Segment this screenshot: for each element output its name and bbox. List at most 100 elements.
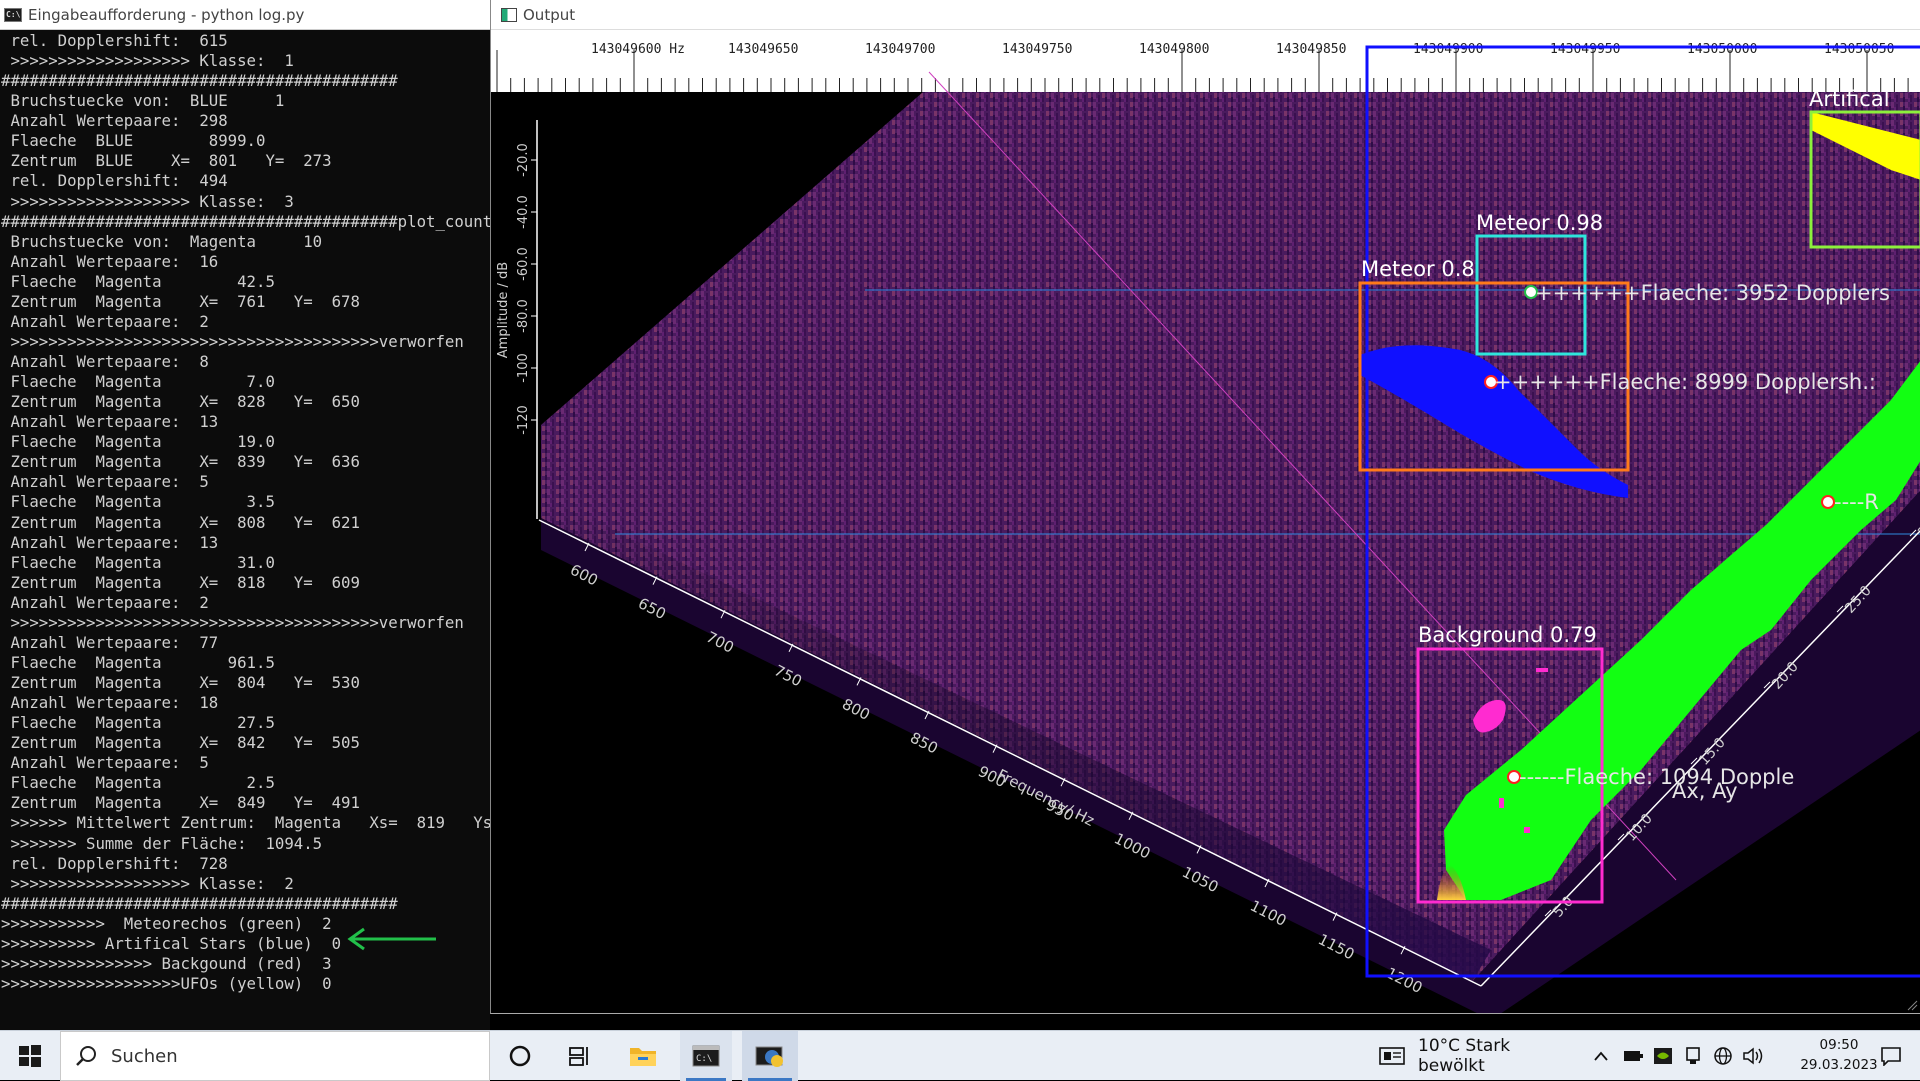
start-button[interactable] (0, 1031, 60, 1081)
battery-icon (1624, 1051, 1643, 1061)
volume-tray[interactable] (1740, 1031, 1766, 1081)
console-line: Flaeche BLUE 8999.0 (1, 131, 266, 151)
amplitude-axis-label: Amplitude / dB (496, 262, 511, 358)
ruler-label: 143049600 Hz (591, 42, 685, 57)
background-fragment (1536, 668, 1548, 672)
detection-label-meteor-08: Meteor 0.8 (1361, 257, 1475, 281)
console-line: Anzahl Wertepaare: 2 (1, 311, 209, 331)
console-line: Zentrum Magenta X= 818 Y= 609 (1, 572, 360, 592)
amplitude-tick-label: -120 (516, 405, 531, 435)
console-line: Bruchstuecke von: BLUE 1 (1, 91, 285, 111)
console-line: Flaeche Magenta 2.5 (1, 773, 275, 793)
console-line: Zentrum Magenta X= 849 Y= 491 (1, 793, 360, 813)
ruler-label: 143050050 (1824, 42, 1894, 57)
window-icon (501, 7, 517, 22)
console-line: rel. Dopplershift: 728 (1, 853, 228, 873)
search-placeholder: Suchen (111, 1045, 178, 1067)
console-line: >>>>>>>>>>>>>>>>>>> Klasse: 2 (1, 873, 294, 893)
console-line: Zentrum BLUE X= 801 Y= 273 (1, 151, 332, 171)
console-line: >>>>>>>>>>>>>>>>>>>>>>>>>>>>>>>>>>>>>>>v… (1, 331, 464, 351)
annotation-magenta: ------Flaeche: 1094 Dopple (1519, 765, 1794, 789)
amplitude-tick-label: -60.0 (516, 247, 531, 281)
detection-label-artifical: Artifical (1809, 87, 1890, 111)
annotation-green: ----R (1834, 490, 1879, 514)
windows-start-icon (19, 1045, 41, 1067)
console-line: Zentrum Magenta X= 808 Y= 621 (1, 512, 360, 532)
network-tray[interactable] (1710, 1031, 1736, 1081)
background-fragment (1499, 798, 1504, 808)
weather-text: 10°C Stark bewölkt (1418, 1036, 1511, 1076)
console-line: Bruchstuecke von: Magenta 10 (1, 231, 323, 251)
console-line: Anzahl Wertepaare: 5 (1, 472, 209, 492)
console-line: Flaeche Magenta 3.5 (1, 492, 275, 512)
cmd-icon: C:\ (4, 7, 22, 22)
ruler-label: 143049850 (1276, 42, 1346, 57)
tray-expand[interactable] (1590, 1031, 1612, 1081)
task-view-button[interactable] (555, 1031, 605, 1081)
console-window[interactable]: C:\ Eingabeaufforderung - python log.py … (0, 0, 490, 1030)
amplitude-axis-ticks: -20.0 -40.0 -60.0 -80.0 -100 -120 (516, 143, 537, 435)
weather-icon-wrap[interactable] (1378, 1031, 1406, 1081)
usb-icon (1686, 1047, 1700, 1064)
console-line: >>>>>>>>>>>>>>>>>>>>>>>>>>>>>>>>>>>>>>>v… (1, 612, 464, 632)
taskbar-terminal[interactable]: C:\ (680, 1031, 732, 1081)
background-fragment (1524, 827, 1530, 833)
annotation-blue: ++++++Flaeche: 8999 Dopplersh.: (1494, 370, 1876, 394)
output-title: Output (523, 5, 576, 24)
annotation-red: ++++++Flaeche: 3952 Dopplers (1535, 281, 1890, 305)
spectrogram-view: 143049600 Hz 143049650 143049700 143049750 1… (491, 30, 1920, 1013)
volume-icon (1743, 1047, 1763, 1065)
taskbar-search[interactable]: Suchen (60, 1031, 490, 1081)
console-line: Anzahl Wertepaare: 5 (1, 753, 209, 773)
resize-grip-icon[interactable] (1906, 999, 1918, 1011)
amplitude-tick-label: -100 (516, 353, 531, 383)
weather-icon (1379, 1047, 1405, 1065)
console-line: Zentrum Magenta X= 839 Y= 636 (1, 452, 360, 472)
usb-tray[interactable] (1680, 1031, 1706, 1081)
detection-label-background: Background 0.79 (1418, 623, 1597, 647)
console-line: Flaeche Magenta 42.5 (1, 271, 275, 291)
cortana-button[interactable] (495, 1031, 545, 1081)
taskbar-python[interactable] (742, 1031, 798, 1081)
nvidia-icon (1654, 1048, 1672, 1064)
console-line: rel. Dopplershift: 615 (1, 31, 228, 50)
green-arrow-icon (347, 927, 436, 951)
console-line: Flaeche Magenta 27.5 (1, 713, 275, 733)
console-line: Flaeche Magenta 19.0 (1, 432, 275, 452)
task-view-icon (569, 1047, 588, 1066)
nvidia-tray[interactable] (1650, 1031, 1676, 1081)
console-line: Flaeche Magenta 7.0 (1, 372, 275, 392)
svg-text:C:\: C:\ (696, 1054, 712, 1064)
cortana-icon (509, 1045, 531, 1067)
console-line: ########################################… (1, 893, 398, 913)
network-icon (1714, 1047, 1732, 1065)
chevron-up-icon (1594, 1051, 1608, 1061)
console-line: Anzahl Wertepaare: 13 (1, 412, 219, 432)
search-icon (76, 1046, 96, 1066)
console-line: Zentrum Magenta X= 804 Y= 530 (1, 673, 360, 692)
notification-button[interactable] (1866, 1031, 1916, 1081)
console-line: Anzahl Wertepaare: 18 (1, 693, 219, 713)
console-line: >>>>>>> Summe der Fläche: 1094.5 (1, 833, 323, 853)
console-line: Anzahl Wertepaare: 16 (1, 251, 219, 271)
console-line: Flaeche Magenta 31.0 (1, 552, 275, 572)
ruler-label: 143049800 (1139, 42, 1209, 57)
output-window[interactable]: Output 143049600 Hz 143049650 143049700 … (490, 0, 1920, 1014)
console-line: Flaeche Magenta 961.5 (1, 652, 275, 672)
console-line: Anzahl Wertepaare: 77 (1, 632, 219, 652)
amplitude-tick-label: -40.0 (516, 195, 531, 229)
console-line: Anzahl Wertepaare: 2 (1, 592, 209, 612)
console-line: >>>>>>>>>>>>>>>>>>>UFOs (yellow) 0 (1, 973, 332, 993)
console-line: Anzahl Wertepaare: 13 (1, 532, 219, 552)
output-titlebar[interactable]: Output (491, 0, 1920, 30)
weather-widget[interactable]: 10°C Stark bewölkt (1418, 1031, 1578, 1081)
amplitude-tick-label: -20.0 (516, 143, 531, 177)
ruler-label: 143049950 (1550, 42, 1620, 57)
file-explorer-button[interactable] (618, 1031, 668, 1081)
console-titlebar[interactable]: C:\ Eingabeaufforderung - python log.py (0, 0, 490, 30)
battery-tray[interactable] (1620, 1031, 1646, 1081)
center-marker (1821, 495, 1835, 509)
detection-label-meteor-098: Meteor 0.98 (1476, 211, 1603, 235)
console-line: >>>>>>>>>>>>>>>> Backgound (red) 3 (1, 953, 332, 973)
console-line: Anzahl Wertepaare: 298 (1, 111, 228, 131)
